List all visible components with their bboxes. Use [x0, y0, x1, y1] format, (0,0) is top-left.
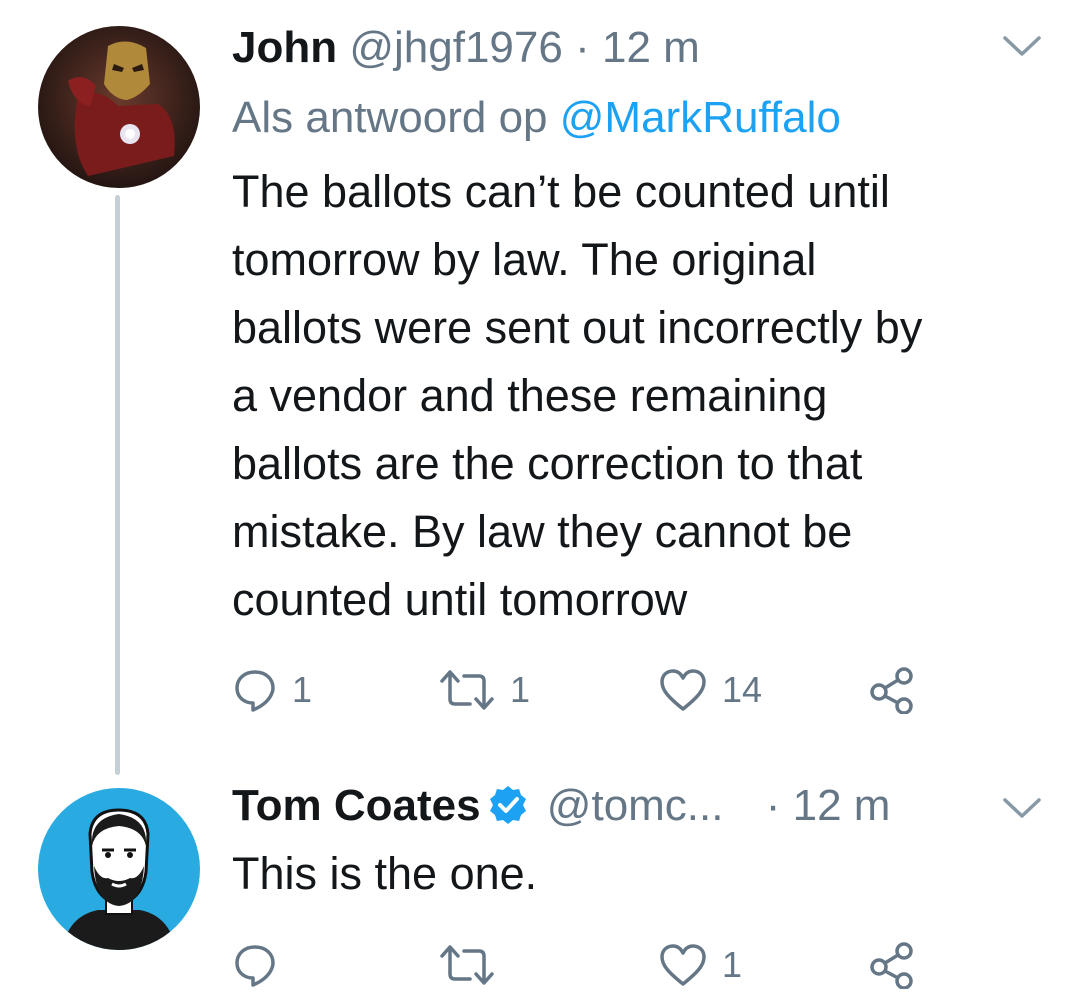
share-button[interactable] — [868, 660, 916, 720]
tweet-text-line: This is the one. — [232, 848, 538, 899]
like-button[interactable]: 1 — [658, 935, 742, 995]
ironman-avatar-image — [38, 26, 200, 188]
reply-prefix: Als antwoord op — [232, 93, 548, 142]
like-count: 14 — [722, 669, 763, 710]
tweet-header: Tom Coates @tomc... · 12 m — [232, 780, 890, 838]
tweet-time[interactable]: 12 m — [602, 23, 700, 72]
chevron-down-icon[interactable] — [1002, 796, 1042, 827]
thread-connector-line — [115, 195, 120, 775]
retweet-icon — [438, 667, 496, 713]
tweet-text-line: counted until tomorrow — [232, 574, 688, 625]
verified-badge-icon — [487, 784, 529, 838]
tweet-text-line: ballots were sent out incorrectly by — [232, 302, 923, 353]
share-icon — [868, 941, 916, 989]
author-name[interactable]: Tom Coates — [232, 781, 481, 830]
tom-coates-avatar-image — [38, 788, 200, 950]
heart-icon — [658, 942, 708, 988]
author-name[interactable]: John — [232, 23, 337, 72]
tweet-actions: 1 1 14 — [232, 660, 932, 720]
chevron-down-icon[interactable] — [1002, 34, 1042, 65]
tweet-text-line: mistake. By law they cannot be — [232, 506, 853, 557]
tweet-time[interactable]: 12 m — [793, 781, 891, 830]
author-handle[interactable]: @jhgf1976 — [349, 23, 563, 72]
reply-mention-link[interactable]: @MarkRuffalo — [560, 93, 841, 142]
like-count: 1 — [722, 944, 743, 985]
like-button[interactable]: 14 — [658, 660, 762, 720]
heart-icon — [658, 667, 708, 713]
retweet-button[interactable] — [438, 935, 496, 995]
tweet-text: The ballots can’t be counted until tomor… — [232, 158, 1032, 634]
tweet-text-line: The ballots can’t be counted until — [232, 166, 890, 217]
tweet-header: John @jhgf1976 · 12 m — [232, 22, 700, 74]
author-handle[interactable]: @tomc... — [547, 781, 724, 830]
separator-dot: · — [765, 781, 781, 830]
tweet-text-line: tomorrow by law. The original — [232, 234, 817, 285]
tweet-actions: 1 — [232, 935, 932, 995]
tweet-text-line: ballots are the correction to that — [232, 438, 863, 489]
reply-count: 1 — [292, 669, 313, 710]
share-icon — [868, 666, 916, 714]
reply-icon — [232, 942, 278, 988]
share-button[interactable] — [868, 935, 916, 995]
tweet-text-line: a vendor and these remaining — [232, 370, 828, 421]
avatar-tom-coates[interactable] — [38, 788, 200, 950]
reply-icon — [232, 667, 278, 713]
retweet-button[interactable]: 1 — [438, 660, 530, 720]
retweet-icon — [438, 942, 496, 988]
reply-button[interactable]: 1 — [232, 660, 312, 720]
reply-context: Als antwoord op @MarkRuffalo — [232, 92, 841, 144]
avatar-john[interactable] — [38, 26, 200, 188]
retweet-count: 1 — [510, 669, 531, 710]
tweet-text: This is the one. — [232, 840, 1032, 908]
reply-button[interactable] — [232, 935, 278, 995]
separator-dot: · — [575, 23, 590, 72]
